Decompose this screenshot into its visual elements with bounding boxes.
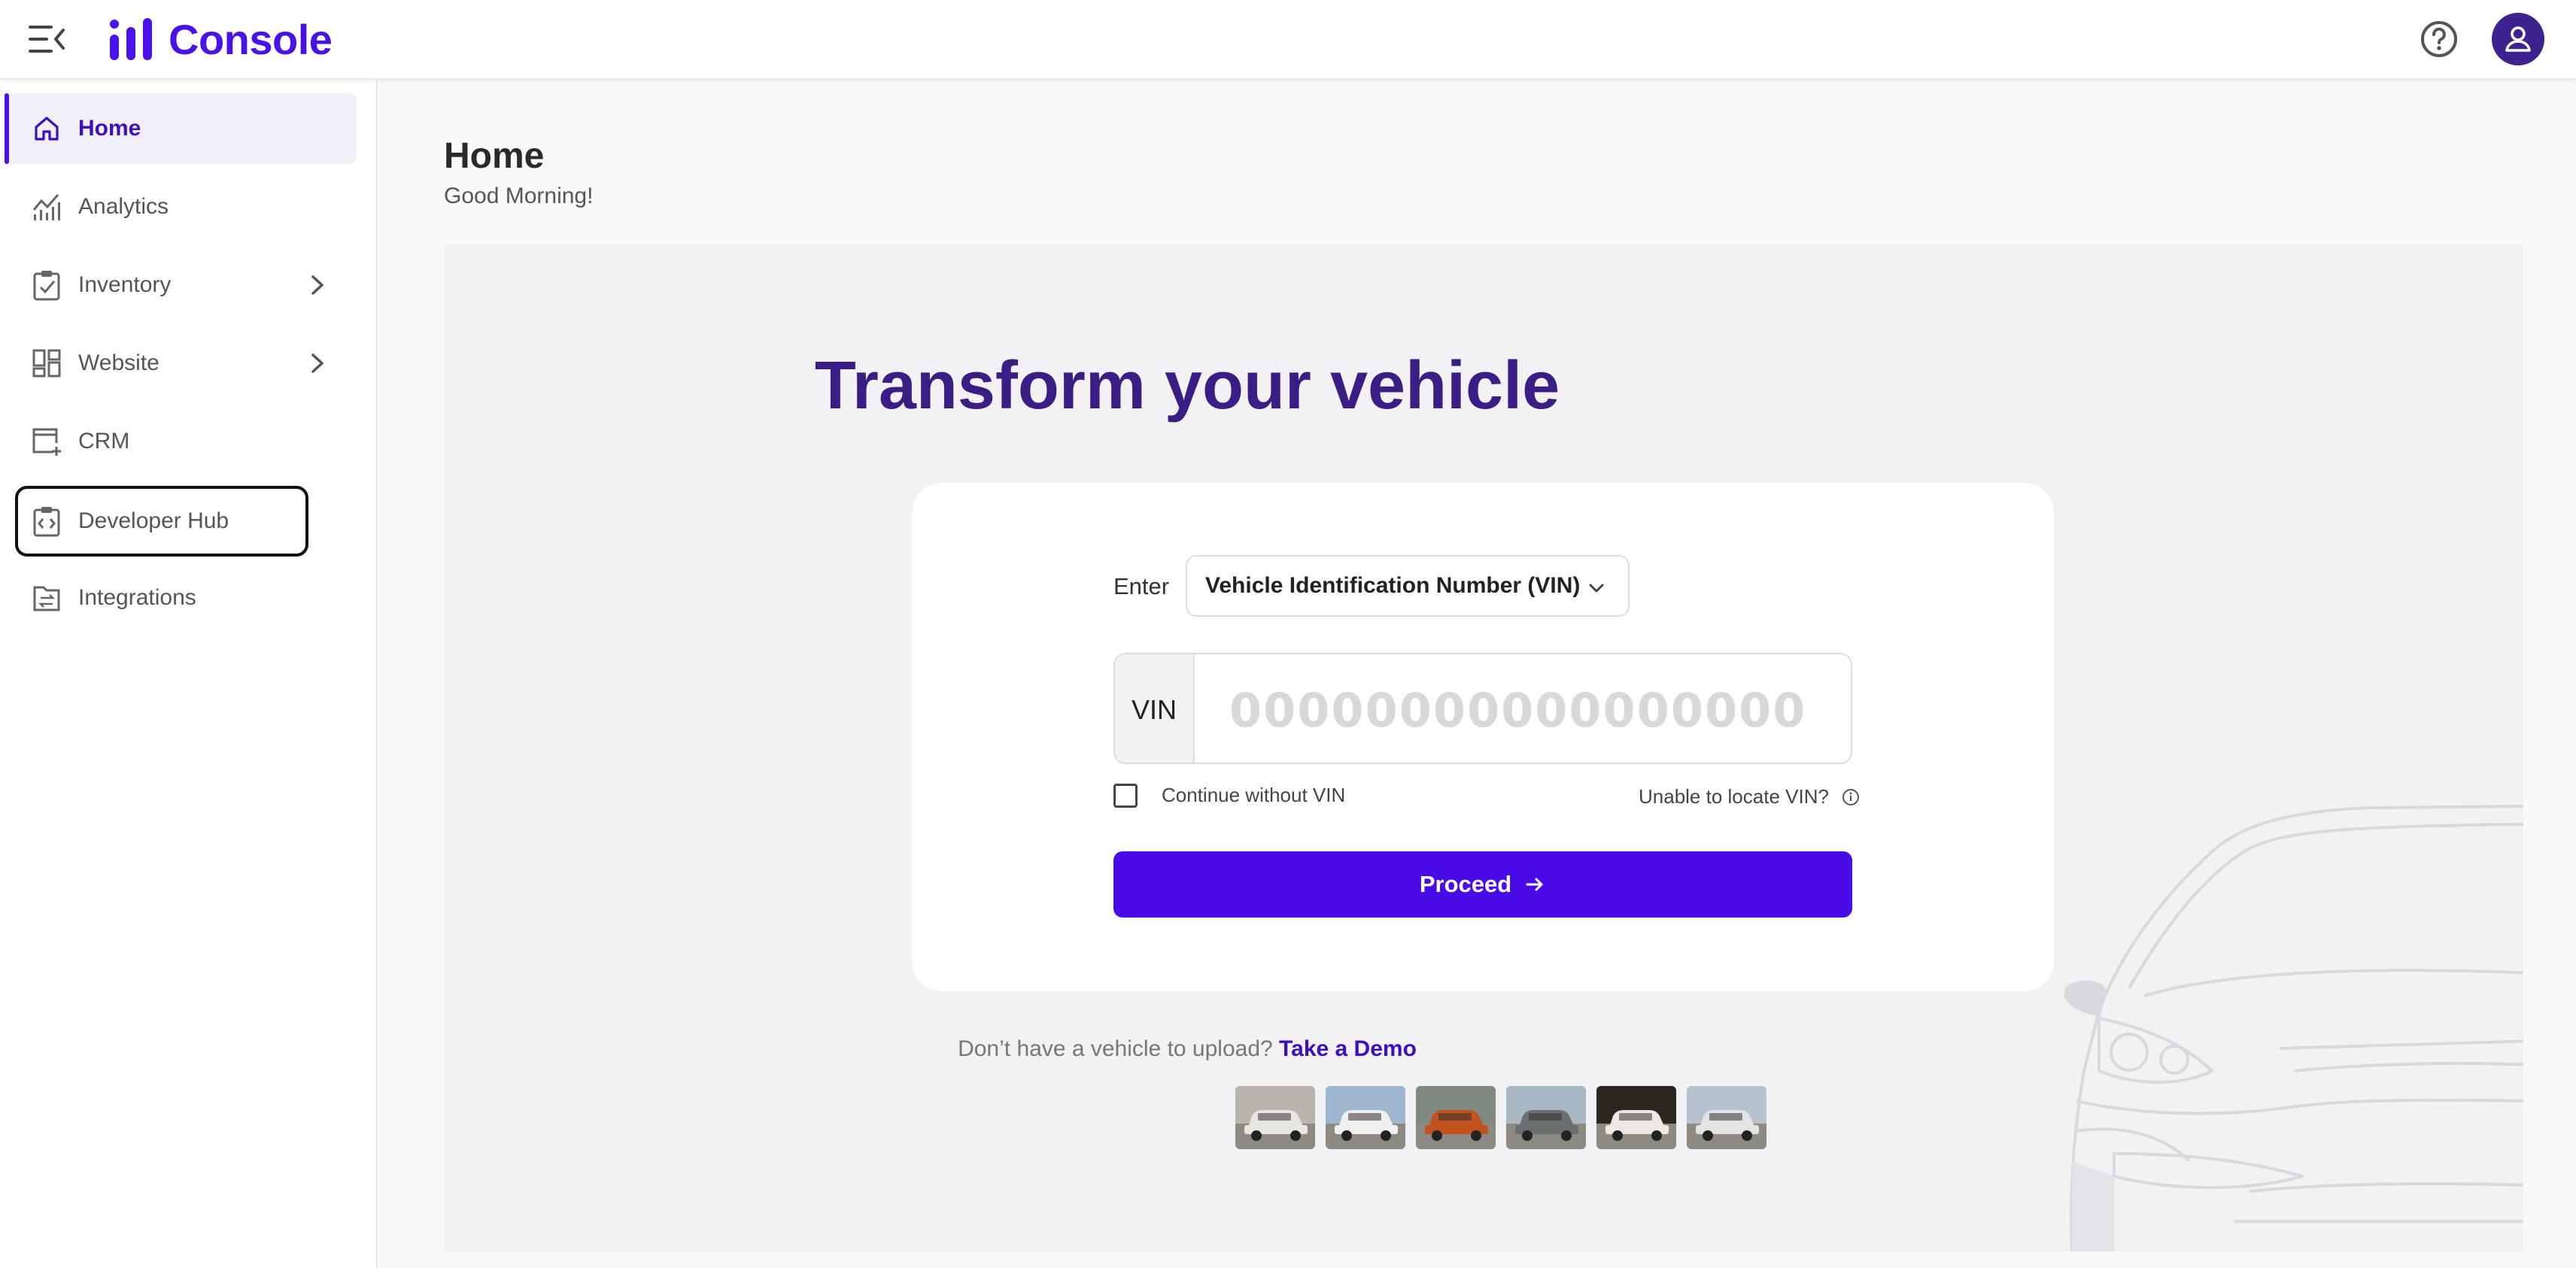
vin-input-group: VIN bbox=[1113, 653, 1852, 764]
sidebar-item-crm[interactable]: CRM bbox=[6, 406, 357, 477]
info-icon bbox=[1842, 788, 1859, 805]
continue-without-vin-checkbox[interactable] bbox=[1113, 784, 1138, 808]
demo-vehicle-thumbnail[interactable] bbox=[1326, 1086, 1405, 1149]
proceed-button[interactable]: Proceed bbox=[1113, 851, 1852, 918]
identifier-type-value: Vehicle Identification Number (VIN) bbox=[1205, 573, 1581, 598]
code-clipboard-icon bbox=[30, 505, 63, 538]
user-avatar[interactable] bbox=[2492, 13, 2544, 65]
user-icon bbox=[2505, 26, 2531, 52]
demo-vehicle-thumbnail[interactable] bbox=[1416, 1086, 1496, 1149]
sidebar-item-website[interactable]: Website bbox=[6, 328, 357, 399]
folder-swap-icon bbox=[30, 581, 63, 614]
unable-to-locate-vin-text: Unable to locate VIN? bbox=[1639, 785, 1829, 808]
sidebar-item-label: Integrations bbox=[78, 585, 196, 610]
hero-title: Transform your vehicle bbox=[814, 348, 1560, 423]
sidebar-item-label: Inventory bbox=[78, 272, 172, 297]
unable-to-locate-vin-link[interactable]: Unable to locate VIN? bbox=[1639, 785, 1861, 808]
clipboard-check-icon bbox=[30, 268, 63, 302]
window-plus-icon bbox=[30, 425, 63, 458]
demo-vehicle-thumbnails bbox=[1235, 1086, 1777, 1149]
bar-chart-logo-icon bbox=[110, 18, 152, 60]
demo-vehicle-thumbnail[interactable] bbox=[1506, 1086, 1586, 1149]
help-circle-icon[interactable] bbox=[2420, 20, 2459, 59]
enter-label: Enter bbox=[1113, 573, 1170, 599]
chevron-down-icon bbox=[1589, 584, 1604, 593]
sidebar-item-inventory[interactable]: Inventory bbox=[6, 250, 357, 320]
sidebar-item-home[interactable]: Home bbox=[5, 93, 357, 164]
page-subtitle: Good Morning! bbox=[444, 184, 594, 208]
page-title: Home bbox=[444, 136, 545, 176]
car-outline-illustration bbox=[2064, 805, 2523, 1251]
demo-vehicle-thumbnail[interactable] bbox=[1235, 1086, 1315, 1149]
arrow-right-icon bbox=[1526, 878, 1543, 891]
app-title: Console bbox=[169, 15, 333, 63]
sidebar-item-label: Analytics bbox=[78, 194, 169, 219]
sidebar-item-label: Developer Hub bbox=[78, 508, 229, 533]
hero-panel: Transform your vehicle Enter Vehicle Ide… bbox=[444, 244, 2523, 1251]
main-content: Home Good Morning! Transform your vehicl… bbox=[379, 80, 2576, 1268]
menu-collapse-icon[interactable] bbox=[27, 21, 66, 57]
home-icon bbox=[30, 112, 63, 145]
analytics-icon bbox=[30, 190, 63, 223]
dashboard-grid-icon bbox=[30, 347, 63, 380]
demo-vehicle-thumbnail[interactable] bbox=[1687, 1086, 1766, 1149]
sidebar-item-label: Home bbox=[78, 116, 141, 141]
sidebar-item-analytics[interactable]: Analytics bbox=[6, 171, 357, 242]
sidebar-item-label: Website bbox=[78, 350, 159, 375]
take-a-demo-link[interactable]: Take a Demo bbox=[1279, 1036, 1417, 1061]
sidebar: Home Analytics Inventory Website CRM Dev… bbox=[0, 80, 378, 1268]
identifier-type-select[interactable]: Vehicle Identification Number (VIN) bbox=[1186, 555, 1630, 617]
sidebar-item-developer-hub[interactable]: Developer Hub bbox=[15, 486, 308, 557]
demo-prompt: Don’t have a vehicle to upload? Take a D… bbox=[444, 1036, 1930, 1062]
continue-without-vin-label: Continue without VIN bbox=[1162, 784, 1346, 806]
app-logo[interactable]: Console bbox=[108, 15, 333, 63]
vin-input[interactable] bbox=[1195, 654, 1851, 763]
sidebar-item-label: CRM bbox=[78, 429, 130, 454]
demo-prompt-text: Don’t have a vehicle to upload? bbox=[958, 1036, 1273, 1061]
vin-form-card: Enter Vehicle Identification Number (VIN… bbox=[912, 483, 2054, 991]
chevron-right-icon bbox=[311, 275, 324, 295]
top-bar: Console bbox=[0, 0, 2576, 80]
demo-vehicle-thumbnail[interactable] bbox=[1596, 1086, 1676, 1149]
chevron-right-icon bbox=[311, 353, 324, 373]
proceed-label: Proceed bbox=[1419, 871, 1512, 897]
vin-prefix-label: VIN bbox=[1115, 654, 1195, 763]
sidebar-item-integrations[interactable]: Integrations bbox=[6, 563, 357, 633]
